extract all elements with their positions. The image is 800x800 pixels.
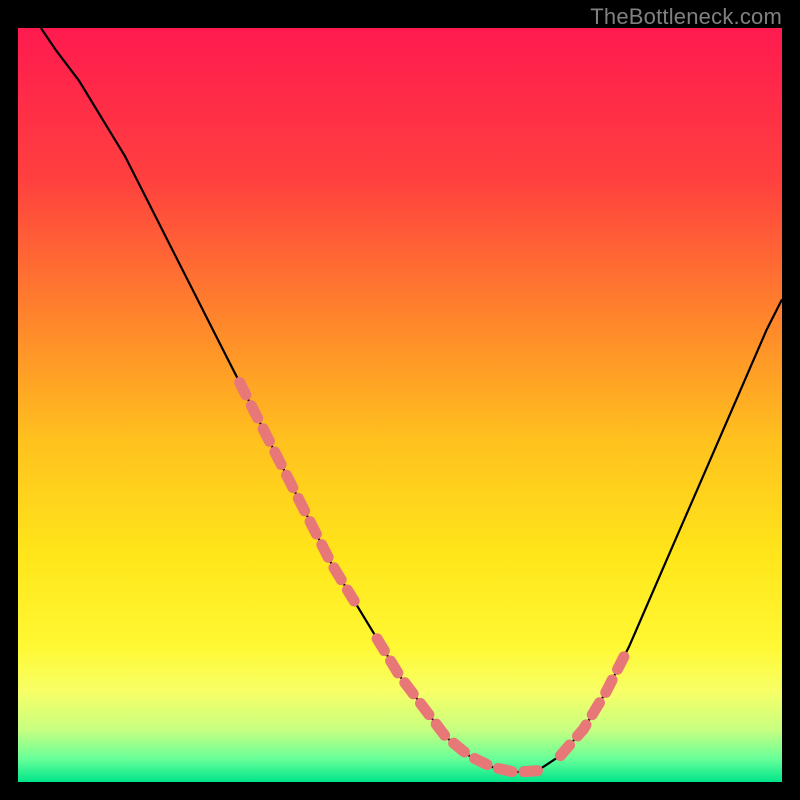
bottleneck-chart: [18, 28, 782, 782]
chart-frame: [18, 28, 782, 782]
watermark-text: TheBottleneck.com: [590, 4, 782, 30]
